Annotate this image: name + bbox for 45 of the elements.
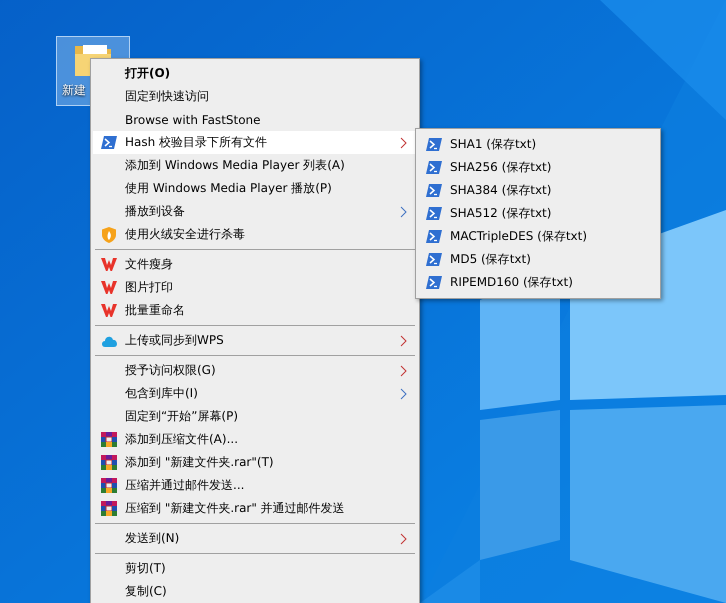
menu-item[interactable]: 压缩到 "新建文件夹.rar" 并通过邮件发送 <box>93 497 417 520</box>
w-logo-icon <box>101 281 117 294</box>
menu-item[interactable]: Browse with FastStone <box>93 108 417 131</box>
menu-item[interactable]: 文件瘦身 <box>93 253 417 276</box>
menu-item[interactable]: 固定到“开始”屏幕(P) <box>93 405 417 428</box>
terminal-icon <box>426 253 442 266</box>
w-logo-icon <box>101 304 117 317</box>
menu-item[interactable]: SHA256 (保存txt) <box>418 156 658 179</box>
terminal-icon <box>426 276 442 289</box>
menu-item[interactable]: Hash 校验目录下所有文件 <box>93 131 417 154</box>
menu-item[interactable]: 上传或同步到WPS <box>93 329 417 352</box>
cloud-icon <box>100 334 118 346</box>
menu-item[interactable]: SHA1 (保存txt) <box>418 133 658 156</box>
menu-item[interactable]: 添加到 "新建文件夹.rar"(T) <box>93 451 417 474</box>
terminal-icon <box>426 207 442 220</box>
menu-item[interactable]: SHA512 (保存txt) <box>418 202 658 225</box>
shield-icon <box>102 226 116 242</box>
menu-item[interactable]: 剪切(T) <box>93 557 417 580</box>
books-stack-icon <box>101 478 117 493</box>
w-logo-icon <box>101 258 117 271</box>
menu-item[interactable]: 添加到 Windows Media Player 列表(A) <box>93 154 417 177</box>
menu-item[interactable]: MD5 (保存txt) <box>418 248 658 271</box>
menu-item[interactable]: 播放到设备 <box>93 200 417 223</box>
menu-item[interactable]: SHA384 (保存txt) <box>418 179 658 202</box>
menu-item[interactable]: 图片打印 <box>93 276 417 299</box>
menu-item[interactable]: 复制(C) <box>93 580 417 603</box>
menu-item[interactable]: 使用 Windows Media Player 播放(P) <box>93 177 417 200</box>
menu-item[interactable]: 发送到(N) <box>93 527 417 550</box>
menu-item[interactable]: 添加到压缩文件(A)... <box>93 428 417 451</box>
menu-item[interactable]: RIPEMD160 (保存txt) <box>418 271 658 294</box>
icon-label: 新建 <box>62 82 86 99</box>
menu-item[interactable]: 使用火绒安全进行杀毒 <box>93 223 417 246</box>
menu-item[interactable]: 批量重命名 <box>93 299 417 322</box>
books-stack-icon <box>101 455 117 470</box>
menu-item[interactable]: 压缩并通过邮件发送... <box>93 474 417 497</box>
terminal-icon <box>426 161 442 174</box>
terminal-icon <box>426 138 442 151</box>
menu-item[interactable]: 授予访问权限(G) <box>93 359 417 382</box>
terminal-icon <box>426 230 442 243</box>
menu-item[interactable]: 包含到库中(I) <box>93 382 417 405</box>
books-stack-icon <box>101 501 117 516</box>
menu-item[interactable]: MACTripleDES (保存txt) <box>418 225 658 248</box>
terminal-icon <box>101 136 117 149</box>
books-stack-icon <box>101 432 117 447</box>
terminal-icon <box>426 184 442 197</box>
